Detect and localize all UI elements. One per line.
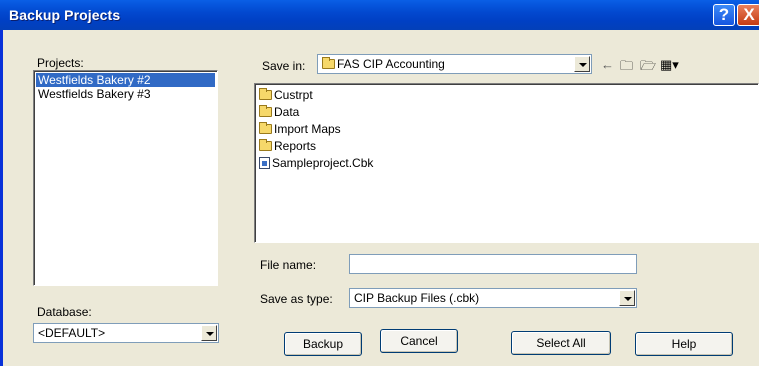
file-list-item[interactable]: Data [259, 104, 754, 121]
file-name-text: Import Maps [274, 122, 341, 136]
save-as-type-label: Save as type: [260, 292, 333, 306]
help-button[interactable]: Help [635, 332, 733, 356]
database-value: <DEFAULT> [38, 326, 106, 340]
file-name-label: File name: [260, 258, 317, 272]
backup-button[interactable]: Backup [284, 332, 362, 356]
file-name-text: Custrpt [274, 88, 313, 102]
folder-icon [259, 139, 272, 151]
cancel-button[interactable]: Cancel [380, 329, 458, 353]
chevron-down-icon[interactable] [574, 56, 590, 72]
file-icon [259, 157, 270, 169]
close-button[interactable]: X [737, 4, 759, 26]
file-list[interactable]: Custrpt Data Import Maps Reports Samplep… [254, 83, 759, 243]
project-item[interactable]: Westfields Bakery #2 [36, 73, 215, 87]
file-name-text: Sampleproject.Cbk [272, 156, 374, 170]
folder-icon [322, 57, 335, 69]
new-folder-icon[interactable]: 🗁 [640, 57, 656, 79]
file-list-item[interactable]: Import Maps [259, 121, 754, 138]
file-name-text: Data [274, 105, 300, 119]
save-in-value: FAS CIP Accounting [337, 57, 445, 71]
database-select[interactable]: <DEFAULT> [33, 323, 219, 343]
folder-icon [259, 122, 272, 134]
close-icon: X [743, 5, 755, 24]
folder-icon [259, 105, 272, 117]
save-in-label: Save in: [262, 59, 306, 73]
file-name-text: Reports [274, 139, 317, 153]
file-name-input[interactable] [349, 254, 637, 274]
file-list-item[interactable]: Sampleproject.Cbk [259, 155, 754, 172]
database-label: Database: [37, 305, 92, 319]
save-in-select[interactable]: FAS CIP Accounting [317, 54, 592, 74]
file-list-item[interactable]: Custrpt [259, 87, 754, 104]
file-list-item[interactable]: Reports [259, 138, 754, 155]
project-item[interactable]: Westfields Bakery #3 [36, 87, 215, 101]
select-all-button[interactable]: Select All [511, 331, 611, 355]
projects-label: Projects: [37, 56, 84, 70]
save-as-type-select[interactable]: CIP Backup Files (.cbk) [349, 288, 637, 308]
help-title-button[interactable]: ? [713, 4, 735, 26]
folder-icon [259, 88, 272, 100]
window-title: Backup Projects [9, 7, 121, 23]
projects-list[interactable]: Westfields Bakery #2 Westfields Bakery #… [33, 70, 218, 286]
question-icon: ? [718, 5, 730, 24]
view-menu-icon[interactable]: ▦▾ [660, 57, 679, 73]
save-as-type-value: CIP Backup Files (.cbk) [354, 291, 480, 305]
up-folder-icon[interactable]: 🗀 [620, 57, 633, 79]
chevron-down-icon[interactable] [619, 290, 635, 306]
chevron-down-icon[interactable] [201, 325, 217, 341]
title-bar: Backup Projects ? X [0, 0, 759, 30]
back-arrow-icon[interactable]: ← [601, 57, 614, 72]
